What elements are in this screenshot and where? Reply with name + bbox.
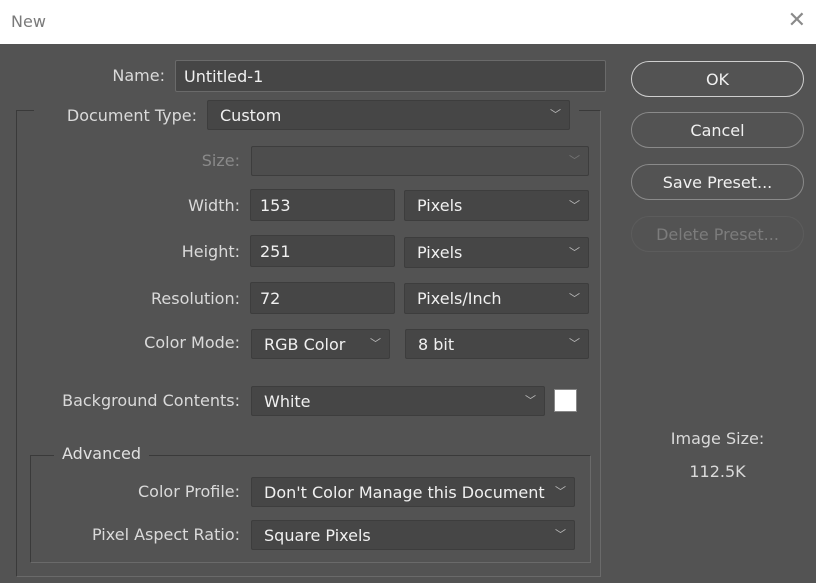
pixel-aspect-ratio-label: Pixel Aspect Ratio: — [92, 525, 240, 544]
image-size-value: 112.5K — [631, 462, 804, 481]
delete-preset-button: Delete Preset... — [631, 216, 804, 252]
height-value: 251 — [260, 242, 291, 261]
chevron-down-icon: ﹀ — [569, 197, 580, 213]
pixel-aspect-ratio-value: Square Pixels — [264, 526, 371, 545]
chevron-down-icon: ﹀ — [569, 244, 580, 260]
height-unit-select[interactable]: Pixels ﹀ — [404, 237, 589, 268]
chevron-down-icon: ﹀ — [525, 392, 536, 408]
bit-depth-select[interactable]: 8 bit ﹀ — [405, 329, 589, 359]
close-icon[interactable]: ✕ — [788, 9, 806, 33]
height-unit-value: Pixels — [417, 243, 462, 262]
resolution-input[interactable]: 72 — [250, 282, 395, 314]
bit-depth-value: 8 bit — [418, 335, 454, 354]
title-bar: New ✕ — [0, 0, 816, 44]
chevron-down-icon: ﹀ — [569, 290, 580, 306]
width-unit-select[interactable]: Pixels ﹀ — [404, 190, 589, 221]
height-label: Height: — [182, 242, 240, 261]
color-mode-value: RGB Color — [264, 335, 345, 354]
advanced-legend[interactable]: Advanced — [54, 444, 149, 463]
pixel-aspect-ratio-select[interactable]: Square Pixels ﹀ — [251, 520, 575, 550]
size-select: ﹀ — [251, 146, 589, 176]
color-profile-value: Don't Color Manage this Document — [264, 483, 545, 502]
color-mode-label: Color Mode: — [144, 333, 240, 352]
resolution-unit-value: Pixels/Inch — [417, 289, 502, 308]
resolution-unit-select[interactable]: Pixels/Inch ﹀ — [404, 283, 589, 314]
color-profile-select[interactable]: Don't Color Manage this Document ﹀ — [251, 477, 575, 507]
chevron-down-icon: ﹀ — [370, 335, 381, 351]
width-label: Width: — [188, 196, 240, 215]
background-contents-label: Background Contents: — [62, 391, 240, 410]
size-label: Size: — [202, 151, 240, 170]
chevron-down-icon: ﹀ — [555, 483, 566, 499]
chevron-down-icon: ﹀ — [569, 335, 580, 351]
document-type-select[interactable]: Custom ﹀ — [207, 100, 570, 130]
chevron-down-icon: ﹀ — [569, 152, 580, 168]
resolution-value: 72 — [260, 289, 280, 308]
background-contents-select[interactable]: White ﹀ — [251, 386, 545, 416]
background-contents-value: White — [264, 392, 311, 411]
width-unit-value: Pixels — [417, 196, 462, 215]
dialog-title: New — [11, 12, 46, 31]
document-type-label: Document Type: — [67, 106, 197, 125]
save-preset-button[interactable]: Save Preset... — [631, 164, 804, 200]
color-mode-select[interactable]: RGB Color ﹀ — [251, 329, 390, 359]
image-size-label: Image Size: — [631, 429, 804, 448]
resolution-label: Resolution: — [151, 289, 240, 308]
chevron-down-icon: ﹀ — [555, 526, 566, 542]
ok-button[interactable]: OK — [631, 61, 804, 97]
name-label: Name: — [112, 66, 165, 85]
width-value: 153 — [260, 196, 291, 215]
width-input[interactable]: 153 — [250, 189, 395, 221]
name-input[interactable]: Untitled-1 — [175, 60, 606, 92]
chevron-down-icon: ﹀ — [550, 106, 561, 122]
background-color-swatch[interactable] — [554, 389, 577, 412]
color-profile-label: Color Profile: — [138, 482, 240, 501]
height-input[interactable]: 251 — [250, 235, 395, 267]
document-type-value: Custom — [220, 106, 281, 125]
name-value: Untitled-1 — [184, 67, 263, 86]
cancel-button[interactable]: Cancel — [631, 112, 804, 148]
